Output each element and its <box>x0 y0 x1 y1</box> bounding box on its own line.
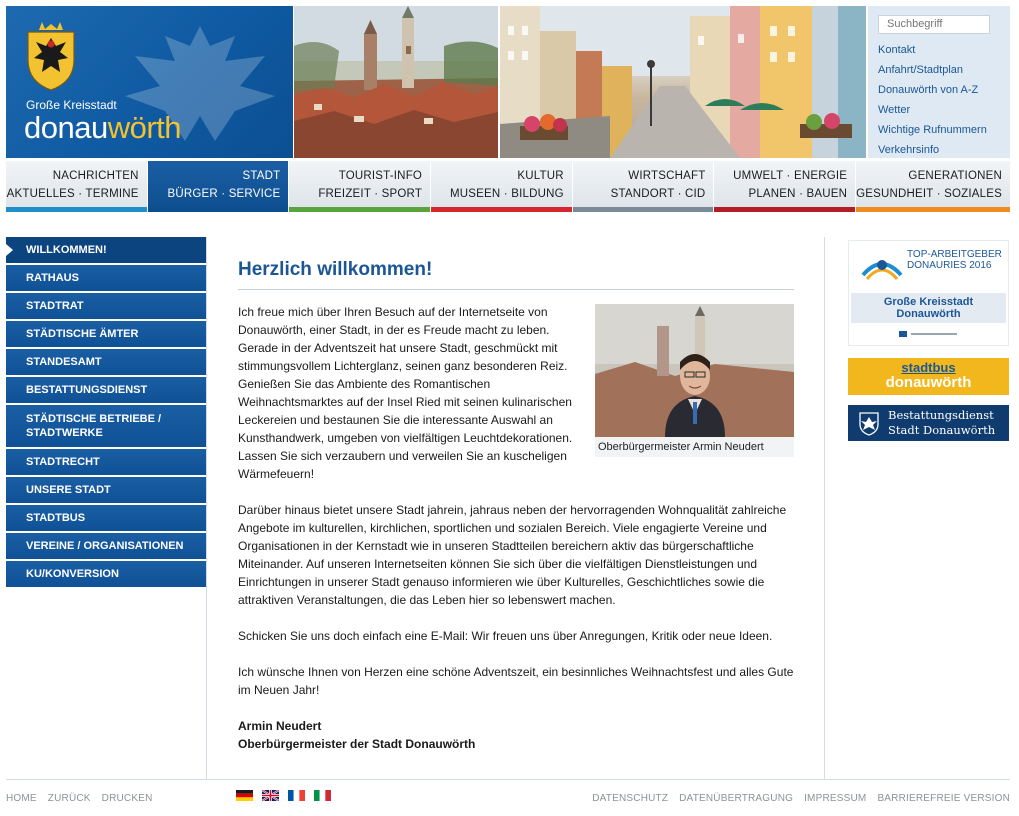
nav-color-bar <box>856 207 1010 212</box>
footer-link-home[interactable]: HOME <box>6 793 37 804</box>
top-arbeitgeber-banner[interactable]: TOP-ARBEITGEBER DONAURIES 2016 Große Kre… <box>848 240 1009 346</box>
sidebar-item-rathaus[interactable]: RATHAUS <box>6 265 206 291</box>
nav-color-bar <box>572 207 714 212</box>
paragraph-4: Ich wünsche Ihnen von Herzen eine schöne… <box>238 665 794 697</box>
quicklinks-panel: Kontakt Anfahrt/Stadtplan Donauwörth von… <box>868 6 1010 158</box>
sidebar-item-willkommen[interactable]: WILLKOMMEN! <box>6 237 206 263</box>
award-seal-icon <box>899 331 957 337</box>
nav-color-bar <box>147 207 289 212</box>
sidebar-menu: WILLKOMMEN! RATHAUS STADTRAT STÄDTISCHE … <box>6 237 206 589</box>
paragraph-2: Darüber hinaus bietet unsere Stadt jahre… <box>238 503 787 607</box>
signature-name: Armin Neudert <box>238 719 322 733</box>
mayor-photo: Oberbürgermeister Armin Neudert <box>595 304 794 457</box>
sidebar-item-unsere-stadt[interactable]: UNSERE STADT <box>6 477 206 503</box>
sidebar-item-standesamt[interactable]: STANDESAMT <box>6 349 206 375</box>
footer-link-datenuebertragung[interactable]: DATENÜBERTRAGUNG <box>679 793 793 804</box>
quicklinks-list: Kontakt Anfahrt/Stadtplan Donauwörth von… <box>878 40 1002 160</box>
nav-generationen[interactable]: GENERATIONEN GESUNDHEIT · SOZIALES <box>856 161 1010 212</box>
nav-tourist-info[interactable]: TOURIST-INFO FREIZEIT · SPORT <box>289 161 432 212</box>
footer-link-drucken[interactable]: DRUCKEN <box>102 793 153 804</box>
nav-color-bar <box>431 207 572 212</box>
fr-flag-icon[interactable] <box>288 790 305 801</box>
sidebar-item-staedtische-betriebe[interactable]: STÄDTISCHE BETRIEBE / STADTWERKE <box>6 405 206 447</box>
photo-caption: Oberbürgermeister Armin Neudert <box>598 441 764 453</box>
signature: Armin Neudert Oberbürgermeister der Stad… <box>238 717 794 753</box>
footer-link-zurueck[interactable]: ZURÜCK <box>48 793 91 804</box>
language-flags <box>236 790 331 801</box>
site-header: Große Kreisstadt donauwörth Suchbegriff … <box>6 6 1010 158</box>
sidebar-item-bestattungsdienst[interactable]: BESTATTUNGSDIENST <box>6 377 206 403</box>
quicklink-rufnummern[interactable]: Wichtige Rufnummern <box>878 120 1002 140</box>
signature-title: Oberbürgermeister der Stadt Donauwörth <box>238 737 476 751</box>
sidebar-item-vereine[interactable]: VEREINE / ORGANISATIONEN <box>6 533 206 559</box>
footer-nav-right: DATENSCHUTZ DATENÜBERTRAGUNG IMPRESSUM B… <box>584 793 1010 804</box>
nav-umwelt-energie[interactable]: UMWELT · ENERGIE PLANEN · BAUEN <box>714 161 857 212</box>
city-crest-icon <box>859 412 879 436</box>
nav-kultur[interactable]: KULTUR MUSEEN · BILDUNG <box>431 161 573 212</box>
quicklink-a-z[interactable]: Donauwörth von A-Z <box>878 80 1002 100</box>
it-flag-icon[interactable] <box>314 790 331 801</box>
de-flag-icon[interactable] <box>236 790 253 801</box>
nav-color-bar <box>289 207 431 212</box>
nav-nachrichten[interactable]: NACHRICHTEN AKTUELLES · TERMINE <box>6 161 148 212</box>
header-photo-skyline <box>294 6 498 158</box>
main-navigation: NACHRICHTEN AKTUELLES · TERMINE STADT BÜ… <box>6 161 1010 212</box>
footer-link-barrierefrei[interactable]: BARRIEREFREIE VERSION <box>877 793 1010 804</box>
coat-of-arms-icon <box>27 22 75 91</box>
header-photo-street <box>500 6 866 158</box>
footer-nav-left: HOME ZURÜCK DRUCKEN <box>6 793 161 804</box>
donauries-logo-icon <box>861 260 903 280</box>
main-content: Herzlich willkommen! Ich freue mich über… <box>206 237 825 779</box>
footer-link-impressum[interactable]: IMPRESSUM <box>804 793 866 804</box>
nav-color-bar <box>714 207 856 212</box>
nav-wirtschaft[interactable]: WIRTSCHAFT STANDORT · CID <box>572 161 715 212</box>
sidebar-item-konversion[interactable]: KU/KONVERSION <box>6 561 206 587</box>
paragraph-3: Schicken Sie uns doch einfach eine E-Mai… <box>238 629 773 643</box>
sidebar-item-staedtische-aemter[interactable]: STÄDTISCHE ÄMTER <box>6 321 206 347</box>
uk-flag-icon[interactable] <box>262 790 279 801</box>
site-logo[interactable]: Große Kreisstadt donauwörth <box>6 6 293 158</box>
quicklink-verkehrsinfo[interactable]: Verkehrsinfo <box>878 140 1002 160</box>
stadtbus-banner[interactable]: stadtbus donauwörth <box>848 358 1009 395</box>
quicklink-wetter[interactable]: Wetter <box>878 100 1002 120</box>
footer-link-datenschutz[interactable]: DATENSCHUTZ <box>592 793 668 804</box>
nav-stadt[interactable]: STADT BÜRGER · SERVICE <box>147 161 290 212</box>
intro-paragraph: Ich freue mich über Ihren Besuch auf der… <box>238 305 573 481</box>
search-input[interactable] <box>878 14 990 34</box>
quicklink-anfahrt[interactable]: Anfahrt/Stadtplan <box>878 60 1002 80</box>
quicklink-kontakt[interactable]: Kontakt <box>878 40 1002 60</box>
bestattungsdienst-label: Bestattungsdienst Stadt Donauwörth <box>888 408 996 437</box>
award-city-label: Große Kreisstadt Donauwörth <box>851 293 1006 323</box>
sidebar-item-stadtrat[interactable]: STADTRAT <box>6 293 206 319</box>
footer-divider <box>6 779 1010 780</box>
sidebar-item-stadtbus[interactable]: STADTBUS <box>6 505 206 531</box>
award-label: TOP-ARBEITGEBER DONAURIES 2016 <box>907 249 1002 271</box>
sidebar-item-stadtrecht[interactable]: STADTRECHT <box>6 449 206 475</box>
nav-color-bar <box>6 207 147 212</box>
bestattungsdienst-banner[interactable]: Bestattungsdienst Stadt Donauwörth <box>848 405 1009 441</box>
mayor-portrait-image <box>595 304 794 437</box>
city-name: donauwörth <box>24 110 182 145</box>
page-title: Herzlich willkommen! <box>238 259 794 290</box>
